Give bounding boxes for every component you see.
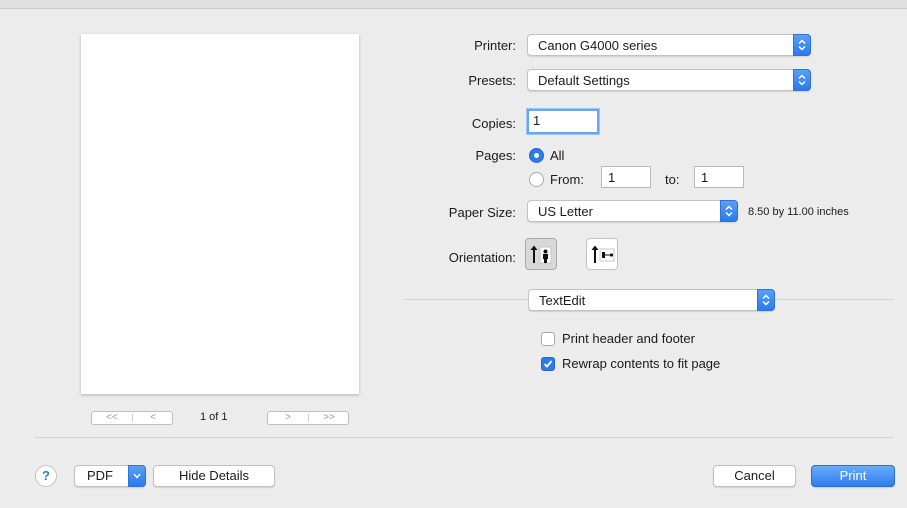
app-section-popup[interactable]: TextEdit — [528, 289, 775, 311]
help-button[interactable]: ? — [35, 465, 57, 487]
window-top-edge — [0, 0, 907, 9]
last-page-button[interactable]: >> — [309, 412, 349, 424]
print-button[interactable]: Print — [811, 465, 895, 487]
printer-stepper-icon — [793, 34, 811, 56]
paper-dimensions: 8.50 by 11.00 inches — [748, 206, 849, 218]
copies-field[interactable]: 1 — [527, 109, 599, 134]
orientation-label: Orientation: — [448, 250, 516, 265]
checkmark-icon — [543, 360, 553, 368]
landscape-icon — [591, 245, 615, 263]
pdf-dropdown-icon — [128, 465, 146, 487]
pages-to-label: to: — [665, 172, 680, 187]
pages-to-field[interactable]: 1 — [694, 166, 744, 188]
landscape-orientation-button[interactable] — [586, 238, 618, 270]
printer-popup[interactable]: Canon G4000 series — [527, 34, 811, 56]
pages-all-label: All — [550, 148, 565, 163]
presets-stepper-icon — [793, 69, 811, 91]
pdf-menu-button[interactable]: PDF — [74, 465, 146, 487]
printer-label: Printer: — [474, 38, 516, 53]
hide-details-button[interactable]: Hide Details — [153, 465, 275, 487]
rewrap-contents-label: Rewrap contents to fit page — [562, 356, 721, 371]
app-section-stepper-icon — [757, 289, 775, 311]
cancel-button[interactable]: Cancel — [713, 465, 796, 487]
paper-size-value: US Letter — [538, 204, 593, 219]
presets-label: Presets: — [468, 73, 516, 88]
footer-divider — [34, 437, 894, 438]
preview-nav-forward-group[interactable]: > >> — [267, 411, 349, 425]
portrait-icon — [530, 245, 552, 264]
app-section-value: TextEdit — [539, 293, 586, 308]
pages-from-label: From: — [550, 172, 584, 187]
copies-label: Copies: — [471, 116, 516, 131]
previous-page-button[interactable]: < — [133, 412, 173, 424]
print-header-footer-checkbox[interactable] — [541, 332, 555, 346]
page-indicator: 1 of 1 — [200, 411, 228, 423]
help-icon: ? — [42, 468, 50, 483]
rewrap-contents-checkbox[interactable] — [541, 357, 555, 371]
pdf-label: PDF — [87, 468, 113, 483]
portrait-orientation-button[interactable] — [525, 238, 557, 270]
first-page-button[interactable]: << — [92, 412, 132, 424]
pages-from-radio[interactable] — [529, 172, 544, 187]
presets-popup[interactable]: Default Settings — [527, 69, 811, 91]
print-preview-page — [81, 34, 359, 394]
pages-label: Pages: — [475, 148, 516, 163]
paper-size-popup[interactable]: US Letter — [527, 200, 738, 222]
print-header-footer-label: Print header and footer — [562, 331, 695, 346]
preview-nav-back-group[interactable]: << < — [91, 411, 173, 425]
paper-size-label: Paper Size: — [448, 205, 516, 220]
pages-from-field[interactable]: 1 — [601, 166, 651, 188]
next-page-button[interactable]: > — [268, 412, 308, 424]
paper-size-stepper-icon — [720, 200, 738, 222]
printer-value: Canon G4000 series — [538, 38, 658, 53]
presets-value: Default Settings — [538, 73, 630, 88]
pages-all-radio[interactable] — [529, 148, 544, 163]
